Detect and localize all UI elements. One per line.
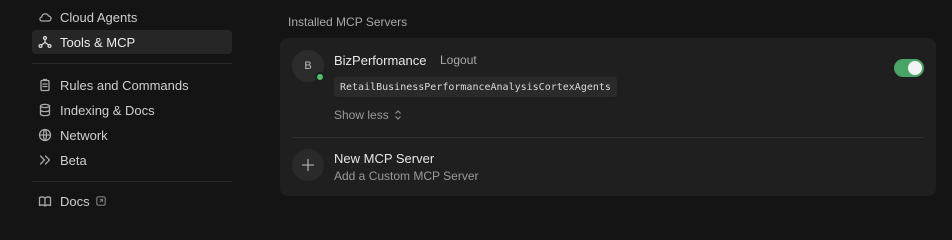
toggle-knob bbox=[908, 61, 922, 75]
logout-link[interactable]: Logout bbox=[440, 53, 477, 67]
sidebar-item-label: Rules and Commands bbox=[60, 77, 189, 93]
new-mcp-server-subtitle: Add a Custom MCP Server bbox=[334, 169, 479, 183]
section-title: Installed MCP Servers bbox=[288, 15, 408, 29]
sidebar-item-cloud-agents[interactable]: Cloud Agents bbox=[32, 5, 232, 29]
server-name: BizPerformance bbox=[334, 53, 427, 68]
globe-icon bbox=[38, 128, 52, 142]
sidebar-item-docs[interactable]: Docs bbox=[32, 189, 232, 213]
mcp-servers-card: B BizPerformance Logout RetailBusinessPe… bbox=[280, 38, 936, 196]
sidebar: Cloud Agents Tools & MCP Rules and Comma… bbox=[0, 0, 250, 231]
sidebar-divider bbox=[32, 181, 232, 182]
tool-chip[interactable]: RetailBusinessPerformanceAnalysisCortexA… bbox=[334, 77, 617, 97]
sidebar-item-beta[interactable]: Beta bbox=[32, 148, 232, 172]
sidebar-item-label: Beta bbox=[60, 152, 87, 168]
tools-icon bbox=[38, 35, 52, 49]
status-indicator bbox=[315, 72, 325, 82]
sidebar-item-indexing-docs[interactable]: Indexing & Docs bbox=[32, 98, 232, 122]
show-less-toggle[interactable]: Show less bbox=[334, 108, 402, 122]
cloud-icon bbox=[38, 10, 52, 24]
sidebar-item-label: Cloud Agents bbox=[60, 9, 138, 25]
card-divider bbox=[292, 137, 924, 138]
sidebar-item-label: Network bbox=[60, 127, 108, 143]
sidebar-item-network[interactable]: Network bbox=[32, 123, 232, 147]
external-link-icon bbox=[95, 196, 106, 206]
sidebar-divider bbox=[32, 63, 232, 64]
double-chevron-right-icon bbox=[38, 153, 52, 167]
server-enable-toggle[interactable] bbox=[894, 59, 924, 77]
add-server-button[interactable] bbox=[292, 149, 324, 181]
show-less-label: Show less bbox=[334, 108, 389, 122]
new-mcp-server-title[interactable]: New MCP Server bbox=[334, 151, 434, 166]
book-icon bbox=[38, 194, 52, 208]
sidebar-item-label: Tools & MCP bbox=[60, 34, 136, 50]
clipboard-icon bbox=[38, 78, 52, 92]
chevron-up-down-icon bbox=[394, 110, 402, 120]
sidebar-item-rules-and-commands[interactable]: Rules and Commands bbox=[32, 73, 232, 97]
settings-window: Cloud Agents Tools & MCP Rules and Comma… bbox=[0, 0, 952, 231]
sidebar-item-label: Indexing & Docs bbox=[60, 102, 155, 118]
database-icon bbox=[38, 103, 52, 117]
sidebar-item-tools-mcp[interactable]: Tools & MCP bbox=[32, 30, 232, 54]
plus-icon bbox=[302, 159, 314, 171]
sidebar-item-label: Docs bbox=[60, 193, 90, 209]
